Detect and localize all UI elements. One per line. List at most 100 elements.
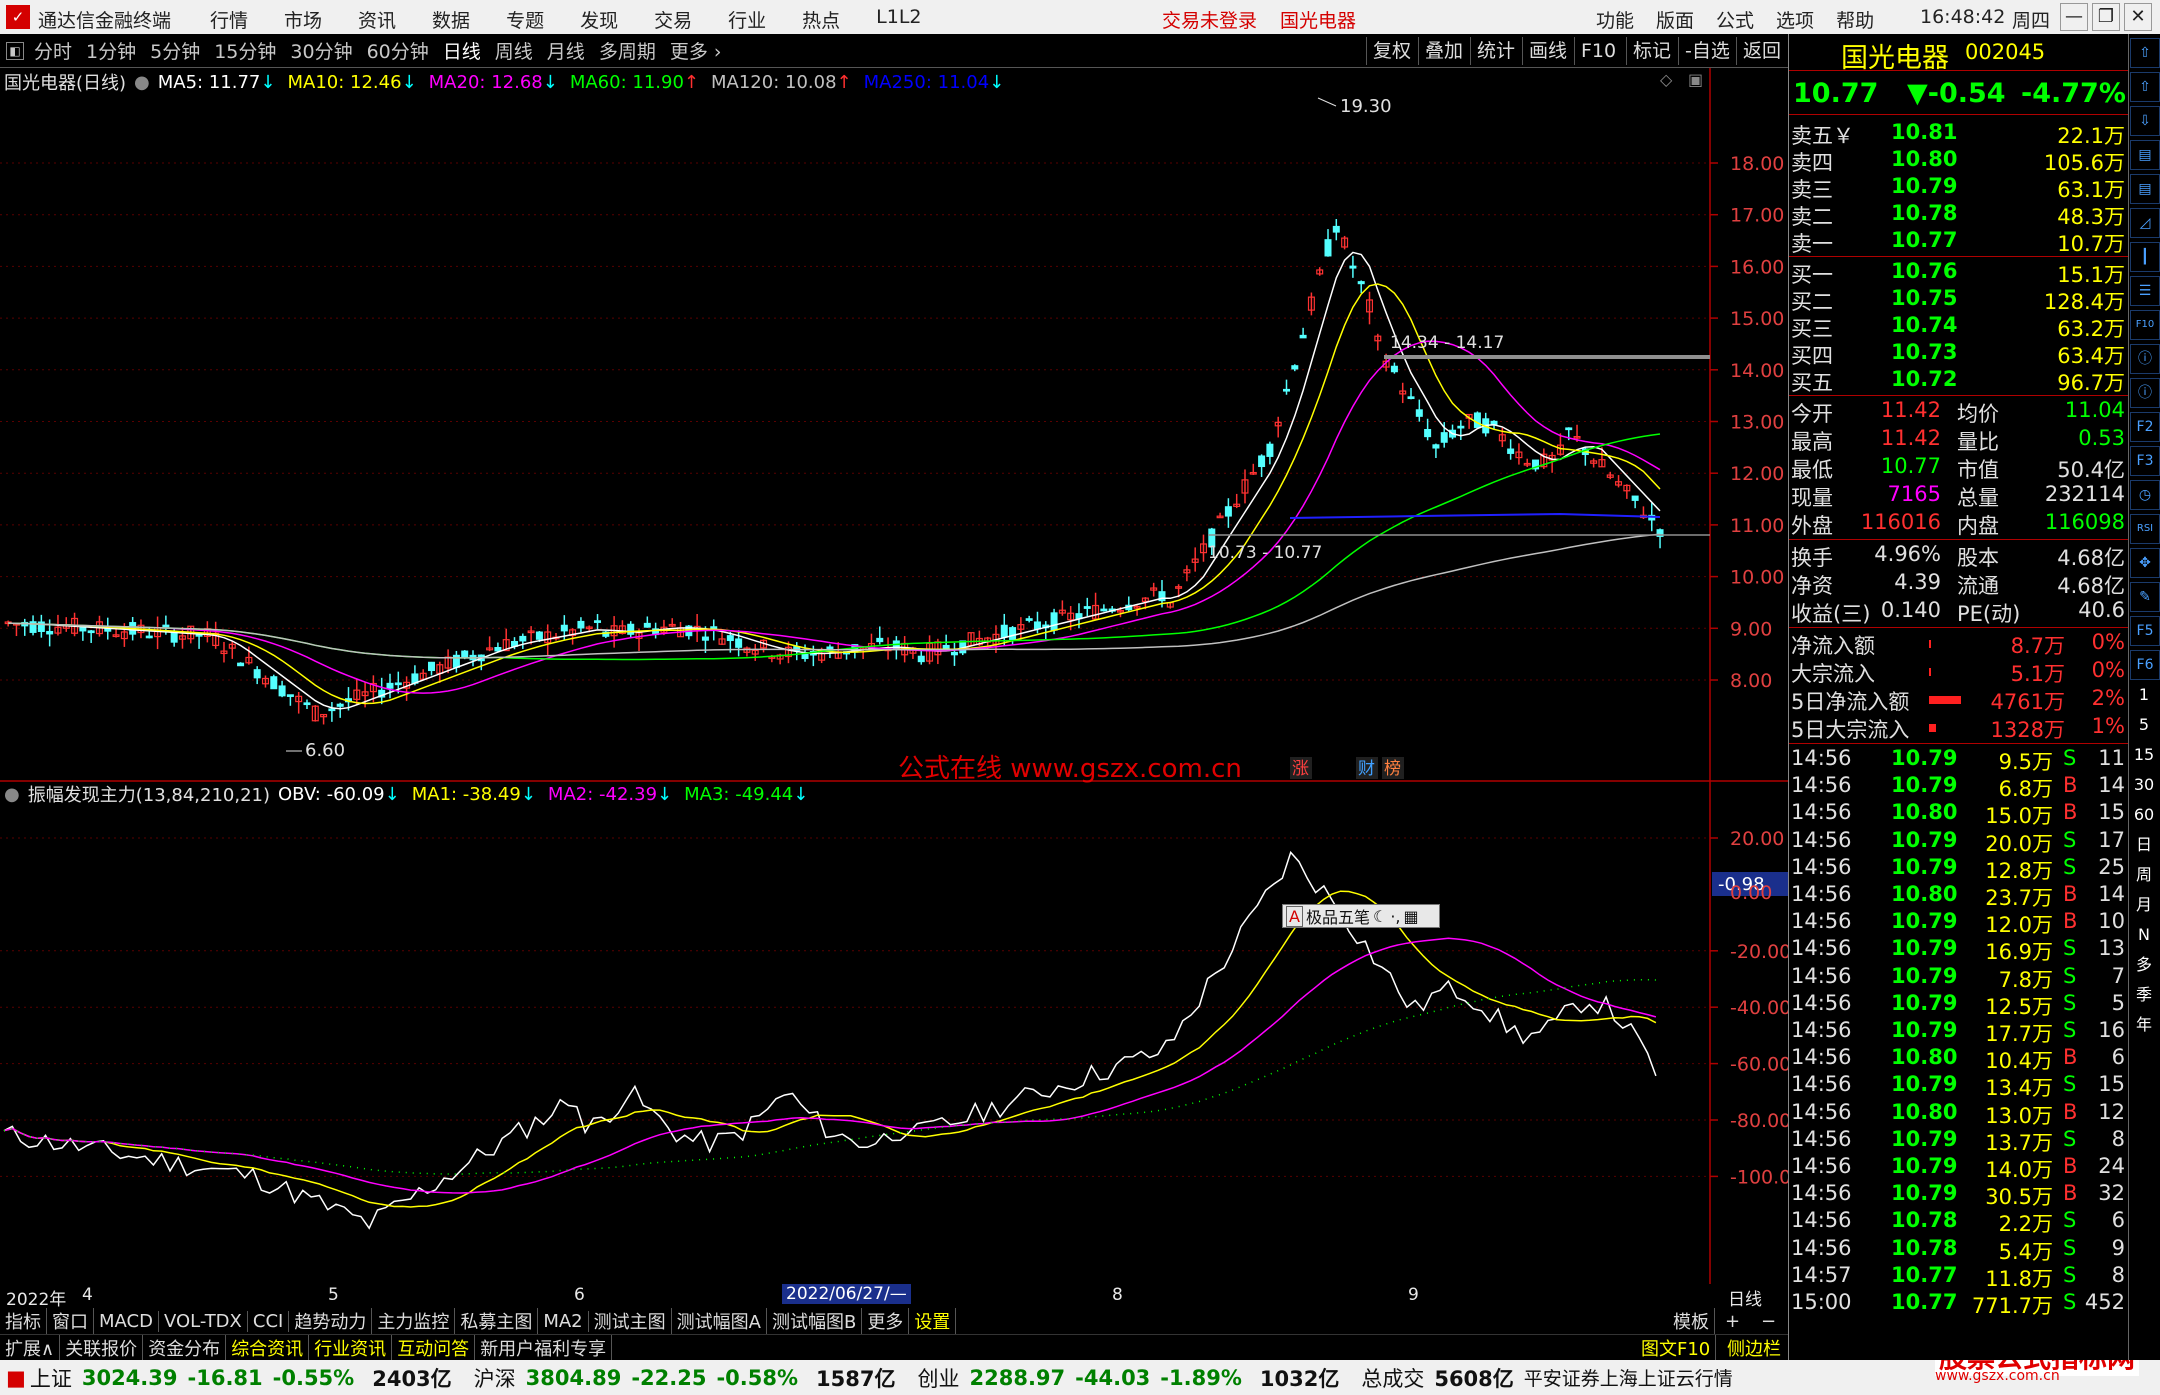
toolbar-button[interactable]: 标记 bbox=[1626, 37, 1677, 65]
template-button[interactable]: 模板 bbox=[1668, 1308, 1715, 1334]
info-tab[interactable]: 行业资讯 bbox=[309, 1334, 393, 1361]
period-shortcut-button[interactable]: 1 bbox=[2129, 680, 2159, 710]
minimize-icon[interactable]: — bbox=[2060, 3, 2088, 31]
index-name[interactable]: 沪深 bbox=[474, 1363, 516, 1393]
indicator-tab[interactable]: MACD bbox=[94, 1310, 159, 1332]
tab-period[interactable]: 5分钟 bbox=[150, 37, 200, 64]
tab-period[interactable]: 15分钟 bbox=[214, 37, 276, 64]
close-icon[interactable]: ✕ bbox=[2124, 3, 2152, 31]
toolbar-button[interactable]: 返回 bbox=[1736, 37, 1787, 65]
indicator-tab[interactable]: 趋势动力 bbox=[289, 1308, 373, 1334]
period-shortcut-button[interactable]: 周 bbox=[2129, 860, 2159, 890]
index-name[interactable]: 上证 bbox=[30, 1363, 72, 1393]
table-icon[interactable]: ▤ bbox=[2130, 174, 2160, 204]
indicator-tab[interactable]: 指标 bbox=[0, 1308, 47, 1334]
menu-item[interactable]: 专题 bbox=[506, 6, 544, 33]
toolbar-button[interactable]: -自选 bbox=[1678, 37, 1736, 65]
ime-float-panel[interactable]: A 极品五笔 ☾ ·, ▦ bbox=[1282, 904, 1440, 928]
info-icon[interactable]: ⓘ bbox=[2130, 378, 2160, 408]
index-name[interactable]: 创业 bbox=[918, 1363, 960, 1393]
menu-item[interactable]: 行业 bbox=[728, 6, 766, 33]
chart-icon[interactable]: ◿ bbox=[2130, 208, 2160, 238]
toolbar-button[interactable]: 复权 bbox=[1366, 37, 1417, 65]
menu-item[interactable]: 公式 bbox=[1716, 6, 1754, 33]
indicator-tab[interactable]: 测试幅图A bbox=[672, 1308, 767, 1334]
ime-a-icon[interactable]: A bbox=[1286, 905, 1303, 927]
period-shortcut-button[interactable]: 30 bbox=[2129, 770, 2159, 800]
obv-indicator-chart[interactable]: ● 振幅发现主力(13,84,210,21) OBV: -60.09↓ MA1: … bbox=[0, 782, 1788, 1284]
main-kline-chart[interactable]: 国光电器(日线) ● MA5: 11.77↓ MA10: 12.46↓ MA20: … bbox=[0, 68, 1788, 784]
f6-icon[interactable]: F6 bbox=[2130, 650, 2160, 680]
info-tab[interactable]: 互动问答 bbox=[392, 1334, 476, 1361]
f10-icon[interactable]: F10 bbox=[2130, 310, 2160, 340]
info-tab[interactable]: 关联报价 bbox=[60, 1334, 144, 1361]
period-shortcut-button[interactable]: 月 bbox=[2129, 890, 2159, 920]
tab-period[interactable]: 60分钟 bbox=[367, 37, 429, 64]
period-shortcut-button[interactable]: 季 bbox=[2129, 980, 2159, 1010]
f3-icon[interactable]: F3 bbox=[2130, 446, 2160, 476]
menu-item[interactable]: 发现 bbox=[580, 6, 618, 33]
indicator-tab[interactable]: 私募主图 bbox=[455, 1308, 539, 1334]
info-tab[interactable]: 资金分布 bbox=[143, 1334, 227, 1361]
indicator-tab[interactable]: 设置 bbox=[909, 1308, 957, 1334]
up-arrow-icon[interactable]: ⇧ bbox=[2130, 38, 2160, 68]
tab-period[interactable]: 分时 bbox=[34, 37, 72, 64]
pen-icon[interactable]: ✎ bbox=[2130, 582, 2160, 612]
ime-moon-icon[interactable]: ☾ bbox=[1373, 907, 1387, 926]
toolbar-button[interactable]: 画线 bbox=[1522, 37, 1573, 65]
up-arrow-icon[interactable]: ⇧ bbox=[2130, 72, 2160, 102]
indicator-tab[interactable]: VOL-TDX bbox=[159, 1310, 248, 1332]
data-source[interactable]: 平安证券上海上证云行情 bbox=[1524, 1364, 1733, 1391]
period-shortcut-button[interactable]: 多 bbox=[2129, 950, 2159, 980]
toolbar-button[interactable]: F10 bbox=[1574, 37, 1622, 65]
ime-punct-icon[interactable]: ·, bbox=[1390, 907, 1400, 926]
info-tab[interactable]: 新用户福利专享 bbox=[475, 1334, 613, 1361]
toolbar-button[interactable]: 叠加 bbox=[1418, 37, 1469, 65]
menu-item[interactable]: 功能 bbox=[1596, 6, 1634, 33]
menu-item[interactable]: 选项 bbox=[1776, 6, 1814, 33]
indicator-tab[interactable]: 窗口 bbox=[47, 1308, 94, 1334]
table-icon[interactable]: ▤ bbox=[2130, 140, 2160, 170]
menu-item[interactable]: 帮助 bbox=[1836, 6, 1874, 33]
menu-item[interactable]: 市场 bbox=[284, 6, 322, 33]
remove-window-button[interactable]: − bbox=[1756, 1311, 1781, 1332]
indicator-toggle-icon[interactable]: ● bbox=[4, 784, 20, 805]
ime-keyboard-icon[interactable]: ▦ bbox=[1403, 907, 1418, 926]
menu-item[interactable]: L1L2 bbox=[876, 6, 921, 33]
tab-more[interactable]: 更多 › bbox=[670, 37, 722, 64]
restore-icon[interactable]: ❐ bbox=[2092, 3, 2120, 31]
period-shortcut-button[interactable]: 5 bbox=[2129, 710, 2159, 740]
indicator-tab[interactable]: 测试主图 bbox=[589, 1308, 672, 1334]
period-shortcut-button[interactable]: 日 bbox=[2129, 830, 2159, 860]
tab-period[interactable]: 多周期 bbox=[599, 37, 656, 64]
panel-toggle-icon[interactable]: ◧ bbox=[6, 41, 24, 60]
tab-period[interactable]: 月线 bbox=[547, 37, 585, 64]
period-shortcut-button[interactable]: 60 bbox=[2129, 800, 2159, 830]
period-shortcut-button[interactable]: 年 bbox=[2129, 1010, 2159, 1040]
toolbar-button[interactable]: 统计 bbox=[1470, 37, 1521, 65]
indicator-tab[interactable]: 主力监控 bbox=[372, 1308, 456, 1334]
indicator-tab[interactable]: 更多 bbox=[862, 1308, 910, 1334]
add-window-button[interactable]: + bbox=[1720, 1311, 1745, 1332]
tab-period[interactable]: 1分钟 bbox=[86, 37, 136, 64]
period-shortcut-button[interactable]: 15 bbox=[2129, 740, 2159, 770]
tab-period[interactable]: 30分钟 bbox=[290, 37, 352, 64]
menu-item[interactable]: 版面 bbox=[1656, 6, 1694, 33]
candles-icon[interactable]: ┃ bbox=[2130, 242, 2160, 272]
info-tab[interactable]: 扩展∧ bbox=[0, 1334, 61, 1361]
menu-item[interactable]: 热点 bbox=[802, 6, 840, 33]
menu-item[interactable]: 交易 bbox=[654, 6, 692, 33]
tab-period-active[interactable]: 日线 bbox=[443, 37, 481, 64]
indicator-tab[interactable]: CCI bbox=[248, 1310, 290, 1332]
f10-link[interactable]: 图文F10 bbox=[1636, 1334, 1717, 1361]
info-icon[interactable]: ⓘ bbox=[2130, 344, 2160, 374]
tab-period[interactable]: 周线 bbox=[495, 37, 533, 64]
indicator-tab[interactable]: MA2 bbox=[538, 1310, 589, 1332]
rsi-icon[interactable]: RSI bbox=[2130, 514, 2160, 544]
f5-icon[interactable]: F5 bbox=[2130, 616, 2160, 646]
diamond-icon[interactable]: ◇ bbox=[1660, 70, 1672, 89]
arrows-icon[interactable]: ✥ bbox=[2130, 548, 2160, 578]
menu-item[interactable]: 资讯 bbox=[358, 6, 396, 33]
menu-item[interactable]: 行情 bbox=[210, 6, 248, 33]
clock-icon[interactable]: ◷ bbox=[2130, 480, 2160, 510]
